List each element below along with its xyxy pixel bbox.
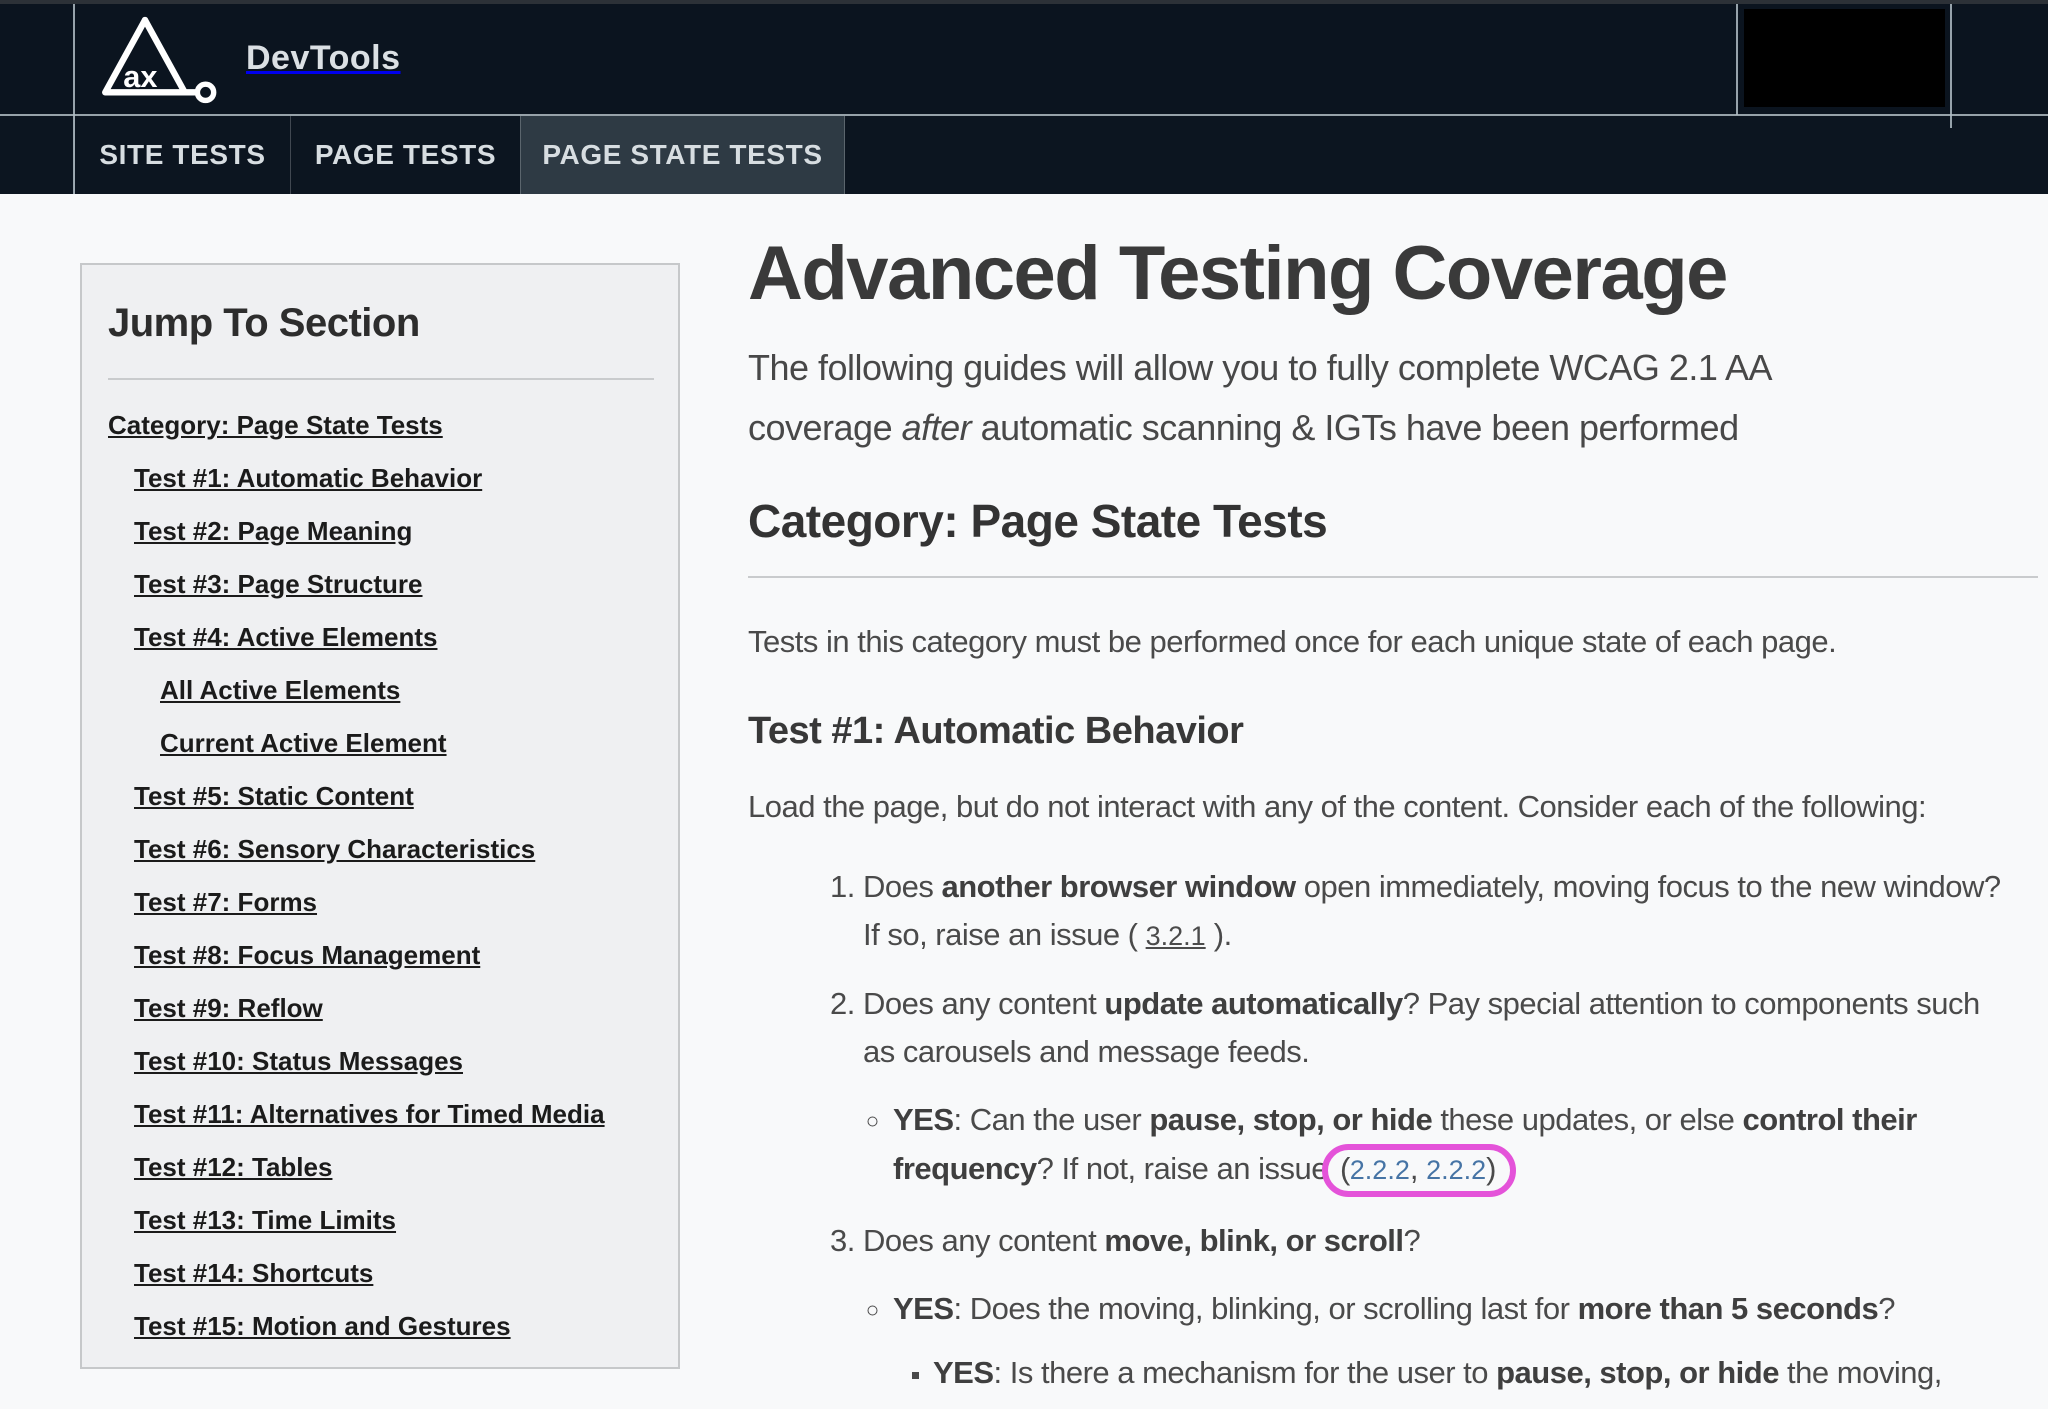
magenta-annotation: (2.2.2, 2.2.2) [1322, 1144, 1516, 1197]
blacked-out-region [1744, 9, 1945, 107]
tab-label: PAGE STATE TESTS [542, 139, 822, 171]
checklist-item-3: Does any content move, blink, or scroll?… [863, 1217, 2038, 1409]
checklist-item-text: YES: Is there a mechanism for the user t… [933, 1349, 2038, 1409]
toc-link-label: Category: Page State Tests [108, 410, 443, 440]
toc-link-test-5-static-content[interactable]: Test #5: Static Content [134, 781, 654, 834]
nested-list-level3: YES: Is there a mechanism for the user t… [893, 1349, 2038, 1409]
toc-link-label: Test #10: Status Messages [134, 1046, 463, 1076]
brand-name: DevTools [246, 39, 401, 78]
toc-divider [108, 378, 654, 380]
toc-link-test-10-status-messages[interactable]: Test #10: Status Messages [134, 1046, 654, 1099]
checklist-item-text: YES: Does the moving, blinking, or scrol… [893, 1285, 2038, 1333]
wcag-ref-link[interactable]: 3.2.1 [1146, 921, 1206, 951]
header-box-right-line [1950, 4, 1952, 128]
toc-link-label: Test #1: Automatic Behavior [134, 463, 482, 493]
nested-list: YES: Does the moving, blinking, or scrol… [863, 1285, 2038, 1409]
toc-link-label: Current Active Element [160, 728, 447, 758]
axe-logo-icon: ax [98, 10, 220, 106]
toc-link-test-3-page-structure[interactable]: Test #3: Page Structure [134, 569, 654, 622]
tab-page-tests[interactable]: PAGE TESTS [290, 116, 520, 194]
intro-paragraph: The following guides will allow you to f… [748, 338, 2038, 458]
checklist-item-text: Does another browser window open immedia… [863, 863, 2038, 960]
toc-title: Jump To Section [108, 301, 654, 346]
toc-link-label: Test #7: Forms [134, 887, 317, 917]
toc-link-test-8-focus-management[interactable]: Test #8: Focus Management [134, 940, 654, 993]
primary-nav: SITE TESTS PAGE TESTS PAGE STATE TESTS [0, 116, 2048, 194]
toc-link-label: Test #12: Tables [134, 1152, 332, 1182]
toc-link-test-12-tables[interactable]: Test #12: Tables [134, 1152, 654, 1205]
toc-link-label: Test #11: Alternatives for Timed Media [134, 1099, 605, 1129]
toc-link-label: Test #9: Reflow [134, 993, 323, 1023]
page-content: Jump To Section Category: Page State Tes… [0, 194, 2048, 1409]
toc-link-label: Test #14: Shortcuts [134, 1258, 373, 1288]
toc-link-label: Test #6: Sensory Characteristics [134, 834, 535, 864]
svg-text:ax: ax [123, 59, 157, 94]
tab-site-tests[interactable]: SITE TESTS [74, 116, 290, 194]
toc-link-label: Test #4: Active Elements [134, 622, 437, 652]
toc-link-label: Test #8: Focus Management [134, 940, 480, 970]
toc-link-all-active-elements[interactable]: All Active Elements [160, 675, 654, 728]
article: Advanced Testing Coverage The following … [748, 194, 2038, 1409]
wcag-ref-link[interactable]: 2.2.2 [1426, 1155, 1486, 1185]
toc-link-test-2-page-meaning[interactable]: Test #2: Page Meaning [134, 516, 654, 569]
toc-link-current-active-element[interactable]: Current Active Element [160, 728, 654, 781]
wcag-ref-link[interactable]: 2.2.2 [1350, 1155, 1410, 1185]
checklist-item-text: Does any content update automatically? P… [863, 980, 2038, 1076]
toc-link-test-6-sensory-characteristics[interactable]: Test #6: Sensory Characteristics [134, 834, 654, 887]
brand-logo-link[interactable]: ax DevTools [98, 6, 401, 110]
tab-label: PAGE TESTS [315, 139, 496, 171]
toc-link-label: Test #2: Page Meaning [134, 516, 412, 546]
toc-link-test-7-forms[interactable]: Test #7: Forms [134, 887, 654, 940]
app-header: ax DevTools [0, 0, 2048, 116]
toc-link-test-9-reflow[interactable]: Test #9: Reflow [134, 993, 654, 1046]
test1-checklist: Does another browser window open immedia… [748, 863, 2038, 1409]
page-title: Advanced Testing Coverage [748, 234, 2038, 314]
tab-page-state-tests[interactable]: PAGE STATE TESTS [520, 116, 845, 194]
header-separator-line [73, 4, 75, 194]
nested-list: YES: Can the user pause, stop, or hide t… [863, 1096, 2038, 1197]
toc-link-label: Test #15: Motion and Gestures [134, 1311, 511, 1341]
toc-link-test-13-time-limits[interactable]: Test #13: Time Limits [134, 1205, 654, 1258]
category-description: Tests in this category must be performed… [748, 618, 2038, 666]
toc-link-test-15-motion-and-gestures[interactable]: Test #15: Motion and Gestures [134, 1311, 654, 1364]
yes-branch-item: YES: Does the moving, blinking, or scrol… [893, 1285, 2038, 1409]
toc-link-label: Test #13: Time Limits [134, 1205, 396, 1235]
toc-list: Category: Page State Tests Test #1: Auto… [108, 410, 654, 1364]
yes-branch-item: YES: Is there a mechanism for the user t… [933, 1349, 2038, 1409]
jump-to-section-panel: Jump To Section Category: Page State Tes… [80, 263, 680, 1369]
tab-label: SITE TESTS [99, 139, 265, 171]
toc-link-test-11-alternatives-for-timed-media[interactable]: Test #11: Alternatives for Timed Media [134, 1099, 654, 1152]
checklist-item-text: Does any content move, blink, or scroll? [863, 1217, 2038, 1265]
checklist-item-1: Does another browser window open immedia… [863, 863, 2038, 960]
checklist-item-text: YES: Can the user pause, stop, or hide t… [893, 1096, 2038, 1197]
toc-link-label: Test #3: Page Structure [134, 569, 423, 599]
toc-link-test-14-shortcuts[interactable]: Test #14: Shortcuts [134, 1258, 654, 1311]
toc-link-label: All Active Elements [160, 675, 400, 705]
yes-branch-item: YES: Can the user pause, stop, or hide t… [893, 1096, 2038, 1197]
toc-link-label: Test #5: Static Content [134, 781, 414, 811]
test1-heading: Test #1: Automatic Behavior [748, 710, 2038, 753]
header-top-strip [0, 0, 2048, 4]
header-box-left-line [1736, 4, 1738, 115]
test1-description: Load the page, but do not interact with … [748, 783, 2038, 831]
toc-link-test-1-automatic-behavior[interactable]: Test #1: Automatic Behavior [134, 463, 654, 516]
toc-link-test-4-active-elements[interactable]: Test #4: Active Elements [134, 622, 654, 675]
category-heading: Category: Page State Tests [748, 494, 2038, 578]
toc-link-category-page-state-tests[interactable]: Category: Page State Tests [108, 410, 654, 463]
checklist-item-2: Does any content update automatically? P… [863, 980, 2038, 1197]
